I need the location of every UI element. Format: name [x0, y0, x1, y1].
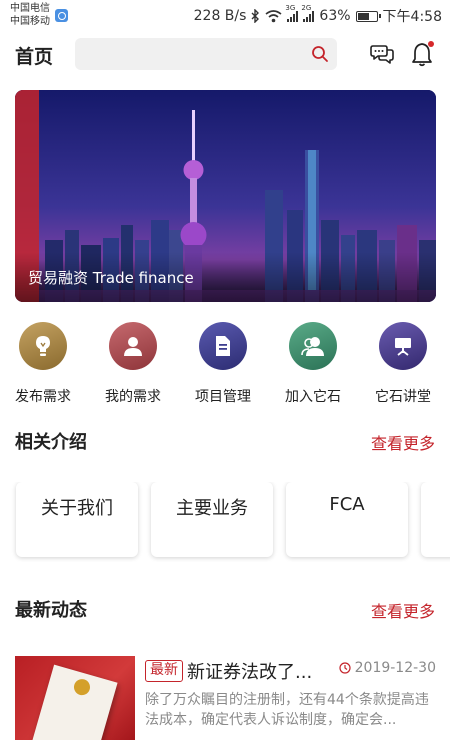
signal-icon-2: 2G — [301, 4, 315, 22]
notification-dot — [428, 41, 434, 47]
news-headline: 新证券法改了... — [187, 662, 313, 683]
clock-time: 下午4:58 — [382, 9, 442, 25]
page-title: 首页 — [15, 46, 54, 68]
quick-action-label: 它石讲堂 — [375, 389, 431, 405]
law-book-image — [30, 664, 118, 740]
news-summary: 除了万众瞩目的注册制，还有44个条款提高违法成本，确定代表人诉讼制度，确定会..… — [145, 692, 429, 728]
status-bar: 中国电信 中国移动 228 B/s 3G 2G 63% 下午4:58 — [0, 0, 450, 30]
quick-action-my-requests[interactable]: 我的需求 — [93, 322, 173, 406]
battery-icon — [355, 10, 381, 22]
user-icon — [109, 322, 157, 370]
news-thumbnail — [15, 656, 135, 740]
signal-icon-1: 3G — [285, 4, 299, 22]
search-icon[interactable] — [311, 45, 329, 63]
quick-action-lecture[interactable]: 它石讲堂 — [363, 322, 443, 406]
status-indicators: 228 B/s 3G 2G 63% 下午4:58 — [193, 4, 442, 26]
notification-button[interactable] — [410, 41, 434, 67]
lectern-icon — [379, 322, 427, 370]
carrier-2: 中国移动 — [10, 15, 50, 27]
wifi-icon — [265, 9, 282, 22]
emblem-icon — [72, 677, 92, 698]
network-speed: 228 B/s — [193, 8, 247, 24]
news-more-link[interactable]: 查看更多 — [371, 598, 435, 622]
news-date: 2019-12-30 — [339, 660, 436, 676]
intro-card-about[interactable]: 关于我们 — [16, 482, 138, 557]
banner-carousel[interactable]: 贸易融资 Trade finance — [15, 90, 436, 302]
search-bar[interactable] — [75, 38, 337, 70]
intro-card-label: 关于我们 — [41, 498, 113, 519]
intro-card-partial[interactable] — [421, 482, 450, 557]
group-icon — [289, 322, 337, 370]
intro-card-label: 主要业务 — [176, 498, 248, 519]
carrier-info: 中国电信 中国移动 — [10, 3, 68, 28]
bluetooth-icon — [251, 9, 260, 23]
intro-section-title: 相关介绍 — [15, 432, 87, 453]
intro-card-label: FCA — [329, 494, 365, 515]
quick-action-label: 我的需求 — [105, 389, 161, 405]
intro-more-link[interactable]: 查看更多 — [371, 430, 435, 454]
news-date-text: 2019-12-30 — [354, 660, 436, 676]
intro-card-fca[interactable]: FCA — [286, 482, 408, 557]
quick-action-label: 发布需求 — [15, 389, 71, 405]
quick-actions: 发布需求 我的需求 项目管理 加入它石 它石讲堂 — [0, 322, 450, 412]
banner-caption: 贸易融资 Trade finance — [28, 269, 194, 287]
clock-icon — [339, 662, 351, 674]
news-badge: 最新 — [145, 660, 183, 682]
quick-action-label: 项目管理 — [195, 389, 251, 405]
news-item[interactable]: 最新 新证券法改了... 2019-12-30 除了万众瞩目的注册制，还有44个… — [15, 656, 436, 740]
chat-icon[interactable] — [370, 42, 394, 66]
quick-action-join[interactable]: 加入它石 — [273, 322, 353, 406]
quick-action-project-management[interactable]: 项目管理 — [183, 322, 263, 406]
quick-action-publish-request[interactable]: 发布需求 — [3, 322, 83, 406]
app-header: 首页 — [0, 30, 450, 78]
news-section-title: 最新动态 — [15, 600, 87, 621]
intro-card-business[interactable]: 主要业务 — [151, 482, 273, 557]
quick-action-label: 加入它石 — [285, 389, 341, 405]
document-icon — [199, 322, 247, 370]
battery-percent: 63% — [319, 8, 351, 24]
intro-cards: 关于我们 主要业务 FCA — [0, 482, 450, 562]
search-input[interactable] — [75, 38, 337, 70]
hd-call-icon — [55, 9, 68, 22]
carrier-1: 中国电信 — [10, 3, 50, 14]
lightbulb-icon — [19, 322, 67, 370]
